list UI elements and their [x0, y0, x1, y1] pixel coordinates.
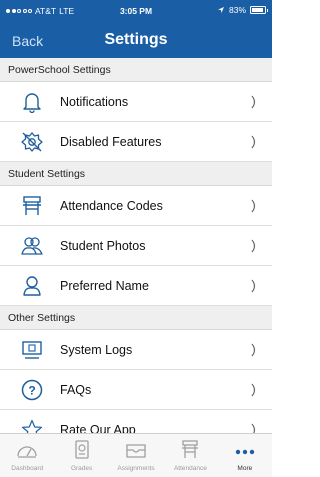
status-right: 83% — [217, 5, 268, 15]
section-header-student: Student Settings — [0, 162, 272, 186]
status-bar: AT&T LTE 3:05 PM 83% — [0, 0, 272, 22]
settings-list: PowerSchool Settings Notifications Disab… — [0, 58, 272, 450]
tab-label: Dashboard — [11, 465, 44, 472]
settings-item-label: FAQs — [60, 383, 92, 397]
svg-text:?: ? — [28, 384, 35, 398]
grades-icon — [74, 440, 89, 459]
settings-item-label: Preferred Name — [60, 279, 149, 293]
settings-item-label: System Logs — [60, 343, 133, 357]
question-icon: ? — [21, 379, 43, 401]
tab-label: Assignments — [117, 465, 155, 472]
assignments-icon — [126, 444, 146, 458]
settings-item-attendance-codes[interactable]: Attendance Codes — [0, 186, 272, 226]
more-icon — [235, 449, 255, 455]
settings-item-system-logs[interactable]: System Logs — [0, 330, 272, 370]
tab-grades[interactable]: Grades — [54, 434, 108, 477]
gear-off-icon — [21, 132, 43, 152]
chevron-right-icon — [251, 95, 256, 109]
location-icon — [217, 7, 224, 13]
settings-item-label: Attendance Codes — [60, 199, 163, 213]
battery-icon — [250, 6, 268, 14]
chevron-right-icon — [251, 199, 256, 213]
attendance-icon — [182, 440, 199, 458]
section-header-other: Other Settings — [0, 306, 272, 330]
chevron-right-icon — [251, 135, 256, 149]
tab-label: Grades — [70, 465, 93, 472]
dashboard-icon — [17, 446, 37, 458]
monitor-icon — [22, 341, 42, 359]
desk-icon — [23, 196, 41, 215]
settings-item-faqs[interactable]: ? FAQs — [0, 370, 272, 410]
page-title: Settings — [104, 31, 168, 48]
person-icon — [23, 276, 41, 296]
nav-bar: Back Settings — [0, 22, 272, 58]
tab-dashboard[interactable]: Dashboard — [0, 434, 54, 477]
chevron-right-icon — [251, 343, 256, 357]
settings-item-label: Student Photos — [60, 239, 146, 253]
section-header-powerschool: PowerSchool Settings — [0, 58, 272, 82]
settings-item-disabled-features[interactable]: Disabled Features — [0, 122, 272, 162]
top-bar: AT&T LTE 3:05 PM 83% Back Settings — [0, 0, 272, 58]
people-icon — [21, 237, 43, 255]
settings-item-label: Notifications — [60, 95, 129, 109]
settings-item-notifications[interactable]: Notifications — [0, 82, 272, 122]
settings-item-preferred-name[interactable]: Preferred Name — [0, 266, 272, 306]
settings-item-label: Disabled Features — [60, 135, 162, 149]
tab-assignments[interactable]: Assignments — [109, 434, 163, 477]
chevron-right-icon — [251, 279, 256, 293]
battery-percent: 83% — [228, 5, 246, 15]
tab-more[interactable]: More — [218, 434, 272, 477]
tab-attendance[interactable]: Attendance — [163, 434, 217, 477]
chevron-right-icon — [251, 239, 256, 253]
chevron-right-icon — [251, 383, 256, 397]
tab-bar: Dashboard Grades Assignments Attendance — [0, 433, 272, 477]
tab-label: More — [237, 465, 253, 472]
tab-label: Attendance — [173, 465, 207, 472]
bell-icon — [23, 93, 41, 113]
settings-item-student-photos[interactable]: Student Photos — [0, 226, 272, 266]
